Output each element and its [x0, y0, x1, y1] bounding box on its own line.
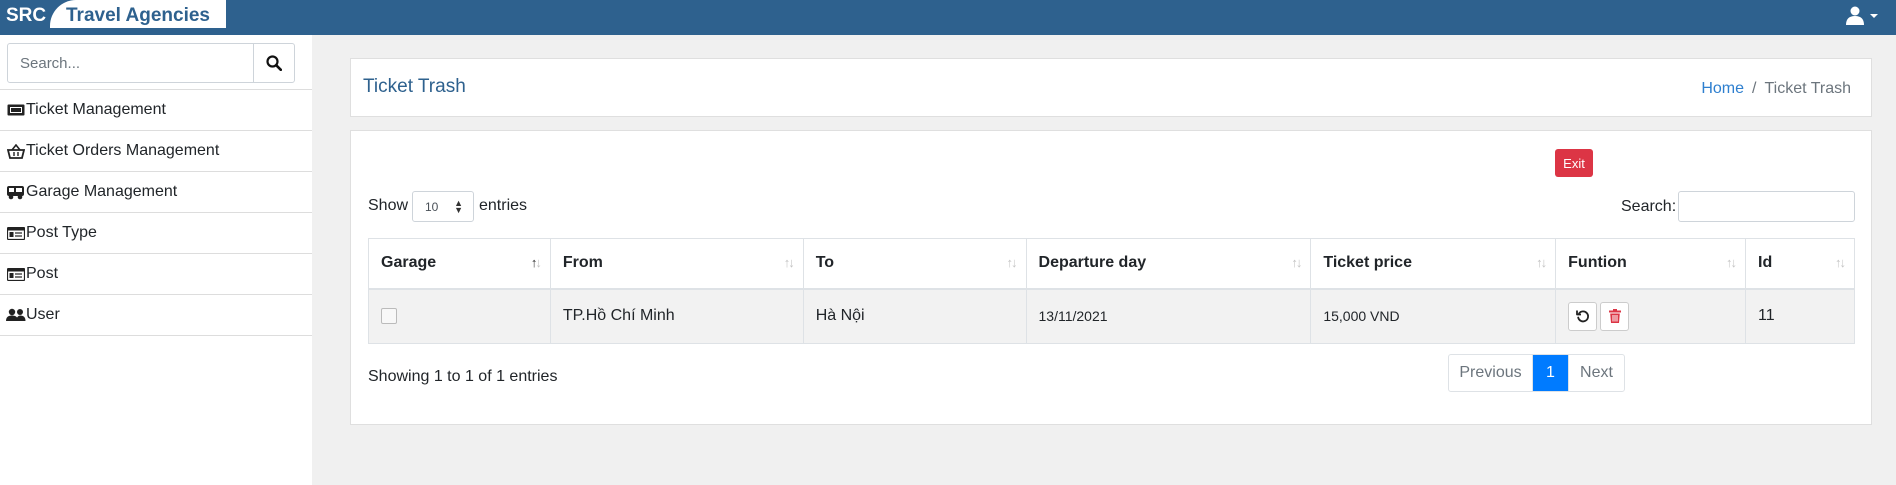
table-search-label: Search: — [1621, 198, 1677, 215]
exit-button[interactable]: Exit — [1555, 149, 1593, 177]
sidebar-menu: Ticket Management Ticket Orders Manageme… — [0, 89, 312, 336]
id-card-icon — [6, 266, 26, 282]
restore-button[interactable] — [1568, 301, 1598, 331]
sidebar-item-ticket-management[interactable]: Ticket Management — [0, 90, 312, 131]
sort-icon: ↑↓ — [530, 255, 542, 270]
id-card-icon — [6, 225, 26, 241]
cell-to: Hà Nội — [802, 288, 1027, 344]
entries-per-page-select[interactable]: 10 ▲ ▼ — [412, 191, 474, 222]
sidebar-item-user[interactable]: User — [0, 295, 312, 336]
user-icon — [1846, 6, 1878, 25]
breadcrumb-separator: / — [1752, 80, 1757, 97]
ticket-icon — [6, 102, 26, 118]
sidebar-item-post[interactable]: Post — [0, 254, 312, 295]
pagination-page-1[interactable]: 1 — [1533, 355, 1568, 391]
trash-icon — [1608, 309, 1621, 324]
entries-per-page-value: 10 — [425, 199, 439, 214]
sidebar-item-label: Ticket Management — [26, 101, 166, 118]
column-header-ticket-price[interactable]: Ticket price ↑↓ — [1310, 238, 1557, 290]
users-icon — [6, 307, 26, 323]
column-header-garage[interactable]: Garage ↑↓ — [368, 238, 551, 290]
column-label: Id — [1758, 254, 1773, 272]
restore-icon — [1575, 310, 1589, 323]
column-label: Departure day — [1038, 254, 1147, 272]
sort-icon: ↑↓ — [783, 255, 795, 270]
column-header-id[interactable]: Id ↑↓ — [1745, 238, 1855, 290]
basket-icon — [6, 143, 26, 159]
column-label: Garage — [381, 254, 437, 272]
row-checkbox[interactable] — [381, 308, 397, 325]
sort-icon: ↑↓ — [1835, 255, 1846, 270]
table-info: Showing 1 to 1 of 1 entries — [368, 368, 558, 385]
user-menu-button[interactable] — [1846, 6, 1880, 26]
sort-icon: ↑↓ — [1726, 255, 1737, 270]
sort-icon: ↑↓ — [1536, 255, 1547, 270]
cell-ticket-price: 15,000 VND — [1310, 288, 1557, 344]
column-label: Funtion — [1568, 254, 1627, 272]
sidebar-item-ticket-orders[interactable]: Ticket Orders Management — [0, 131, 312, 172]
cell-function — [1555, 288, 1747, 344]
cell-garage — [368, 288, 551, 344]
table-row: TP.Hồ Chí Minh Hà Nội 13/11/2021 15,000 … — [368, 288, 1855, 344]
cell-departure-day: 13/11/2021 — [1025, 288, 1312, 344]
cell-from: TP.Hồ Chí Minh — [549, 288, 804, 344]
sort-icon: ↑↓ — [1291, 255, 1302, 270]
brand-tab: Travel Agencies — [50, 0, 226, 28]
column-header-to[interactable]: To ↑↓ — [802, 238, 1027, 290]
bus-icon — [6, 184, 26, 200]
column-label: To — [815, 254, 835, 272]
select-arrows-icon: ▲ ▼ — [454, 198, 463, 215]
pagination: Previous 1 Next — [1448, 354, 1625, 392]
sidebar-search-input[interactable] — [8, 44, 254, 82]
sidebar-item-label: Post Type — [26, 224, 97, 241]
sidebar-item-garage-management[interactable]: Garage Management — [0, 172, 312, 213]
sidebar-item-label: Ticket Orders Management — [26, 142, 220, 159]
page-header-card: Ticket Trash Home / Ticket Trash — [350, 58, 1872, 117]
brand-logo[interactable]: SRC Travel Agencies — [0, 0, 226, 28]
table-search-input[interactable] — [1678, 191, 1855, 222]
pagination-next[interactable]: Next — [1568, 355, 1624, 391]
show-label: Show — [368, 197, 409, 214]
top-navbar: SRC Travel Agencies — [0, 0, 1896, 35]
breadcrumb-current: Ticket Trash — [1764, 80, 1851, 97]
breadcrumb-home-link[interactable]: Home — [1701, 80, 1744, 97]
sidebar-item-label: Post — [26, 265, 59, 282]
ticket-table: Garage ↑↓ From ↑↓ To ↑↓ Departure day ↑↓ Tic… — [368, 238, 1855, 344]
column-header-function[interactable]: Funtion ↑↓ — [1555, 238, 1747, 290]
sidebar-item-label: User — [26, 306, 60, 323]
sort-icon: ↑↓ — [1006, 255, 1018, 270]
brand-name: Travel Agencies — [66, 5, 210, 26]
breadcrumb: Home / Ticket Trash — [1701, 80, 1851, 98]
page-title: Ticket Trash — [363, 76, 466, 97]
column-header-departure-day[interactable]: Departure day ↑↓ — [1025, 238, 1312, 290]
cell-id: 11 — [1745, 288, 1855, 344]
sidebar-item-label: Garage Management — [26, 183, 178, 200]
sidebar-item-post-type[interactable]: Post Type — [0, 213, 312, 254]
search-icon — [265, 55, 282, 71]
table-header-row: Garage ↑↓ From ↑↓ To ↑↓ Departure day ↑↓ Tic… — [368, 238, 1855, 290]
entries-label: entries — [479, 197, 528, 214]
sidebar: Ticket Management Ticket Orders Manageme… — [0, 35, 312, 485]
column-header-from[interactable]: From ↑↓ — [549, 238, 804, 290]
sidebar-search — [7, 43, 295, 83]
pagination-previous[interactable]: Previous — [1449, 355, 1533, 391]
column-label: Ticket price — [1323, 254, 1412, 272]
column-label: From — [562, 254, 603, 272]
sidebar-search-button[interactable] — [253, 44, 294, 82]
brand-short: SRC — [6, 5, 47, 26]
delete-permanently-button[interactable] — [1600, 301, 1630, 331]
ticket-trash-card: Exit Show 10 ▲ ▼ entries Search: Garage ↑↓… — [350, 130, 1872, 425]
